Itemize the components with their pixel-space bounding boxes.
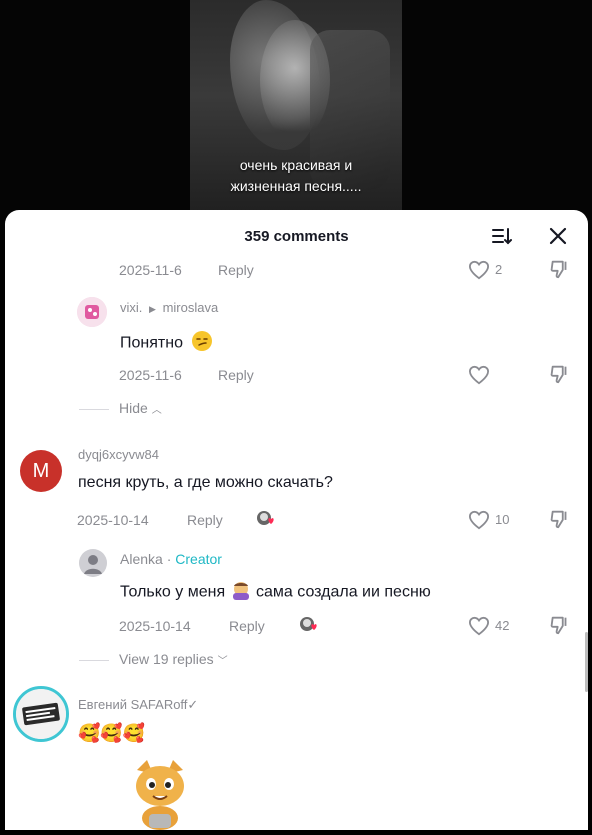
comment-username: dyqj6xcyvw84 (78, 447, 159, 462)
cat-sticker-icon (127, 758, 193, 830)
comment-date: 2025-10-14 (119, 618, 191, 634)
dislike-icon[interactable] (549, 614, 571, 636)
heart-icon[interactable] (468, 616, 490, 636)
divider (79, 409, 109, 410)
hide-replies-button[interactable]: Hide ︿ (119, 400, 162, 416)
scrollbar[interactable] (585, 632, 588, 692)
sort-descending-icon[interactable] (490, 224, 514, 248)
reply-button[interactable]: Reply (187, 512, 223, 528)
dislike-icon[interactable] (549, 258, 571, 280)
heart-icon[interactable] (468, 510, 490, 530)
avatar[interactable] (77, 297, 107, 327)
heart-icon[interactable] (468, 260, 490, 280)
reply-to-username: miroslava (162, 300, 219, 315)
comment-username: Евгений SAFARoff✓ (78, 697, 199, 712)
view-replies-button[interactable]: View 19 replies ﹀ (119, 651, 228, 667)
comment-username: vixi. ▶ miroslava (120, 300, 219, 315)
comment-username: Alenka · Creator (120, 551, 222, 567)
like-count: 42 (495, 618, 510, 633)
heart-icon[interactable] (468, 365, 490, 385)
avatar[interactable] (13, 686, 69, 742)
comment-text: песня круть, а где можно скачать? (78, 474, 333, 491)
like-count: 10 (495, 512, 510, 527)
reply-arrow-icon: ▶ (149, 304, 156, 314)
like-count: 2 (495, 262, 503, 277)
creator-badge: Creator (175, 551, 222, 567)
reply-button[interactable]: Reply (218, 367, 254, 383)
video-caption-line-1: очень красивая и (239, 157, 353, 173)
dislike-icon[interactable] (549, 363, 571, 385)
smirk-emoji-icon (191, 330, 213, 357)
comments-sheet: 359 comments 2025-11-6 Reply 2 vixi. ▶ m… (5, 210, 588, 830)
avatar[interactable] (79, 549, 107, 577)
comment-date: 2025-11-6 (119, 367, 182, 383)
dislike-icon[interactable] (549, 508, 571, 530)
creator-liked-icon (299, 615, 321, 640)
video-player[interactable]: очень красивая и жизненная песня..... (0, 0, 592, 240)
chevron-up-icon: ︿ (151, 405, 162, 416)
comment-emojis: 🥰🥰🥰 (78, 723, 146, 743)
comment-date: 2025-11-6 (119, 262, 182, 278)
facepalm-emoji-icon (230, 580, 252, 605)
close-icon[interactable] (546, 224, 570, 248)
comment-text: Только у меня сама создала ии песню (120, 580, 431, 605)
video-frame (190, 0, 402, 240)
video-caption-line-2: жизненная песня..... (230, 178, 362, 194)
reply-button[interactable]: Reply (229, 618, 265, 634)
reply-button[interactable]: Reply (218, 262, 254, 278)
divider (79, 660, 109, 661)
creator-liked-icon (256, 509, 278, 534)
comment-text: Понятно (120, 330, 213, 357)
avatar[interactable]: M (20, 450, 62, 492)
chevron-down-icon: ﹀ (217, 656, 228, 667)
comment-date: 2025-10-14 (77, 512, 149, 528)
